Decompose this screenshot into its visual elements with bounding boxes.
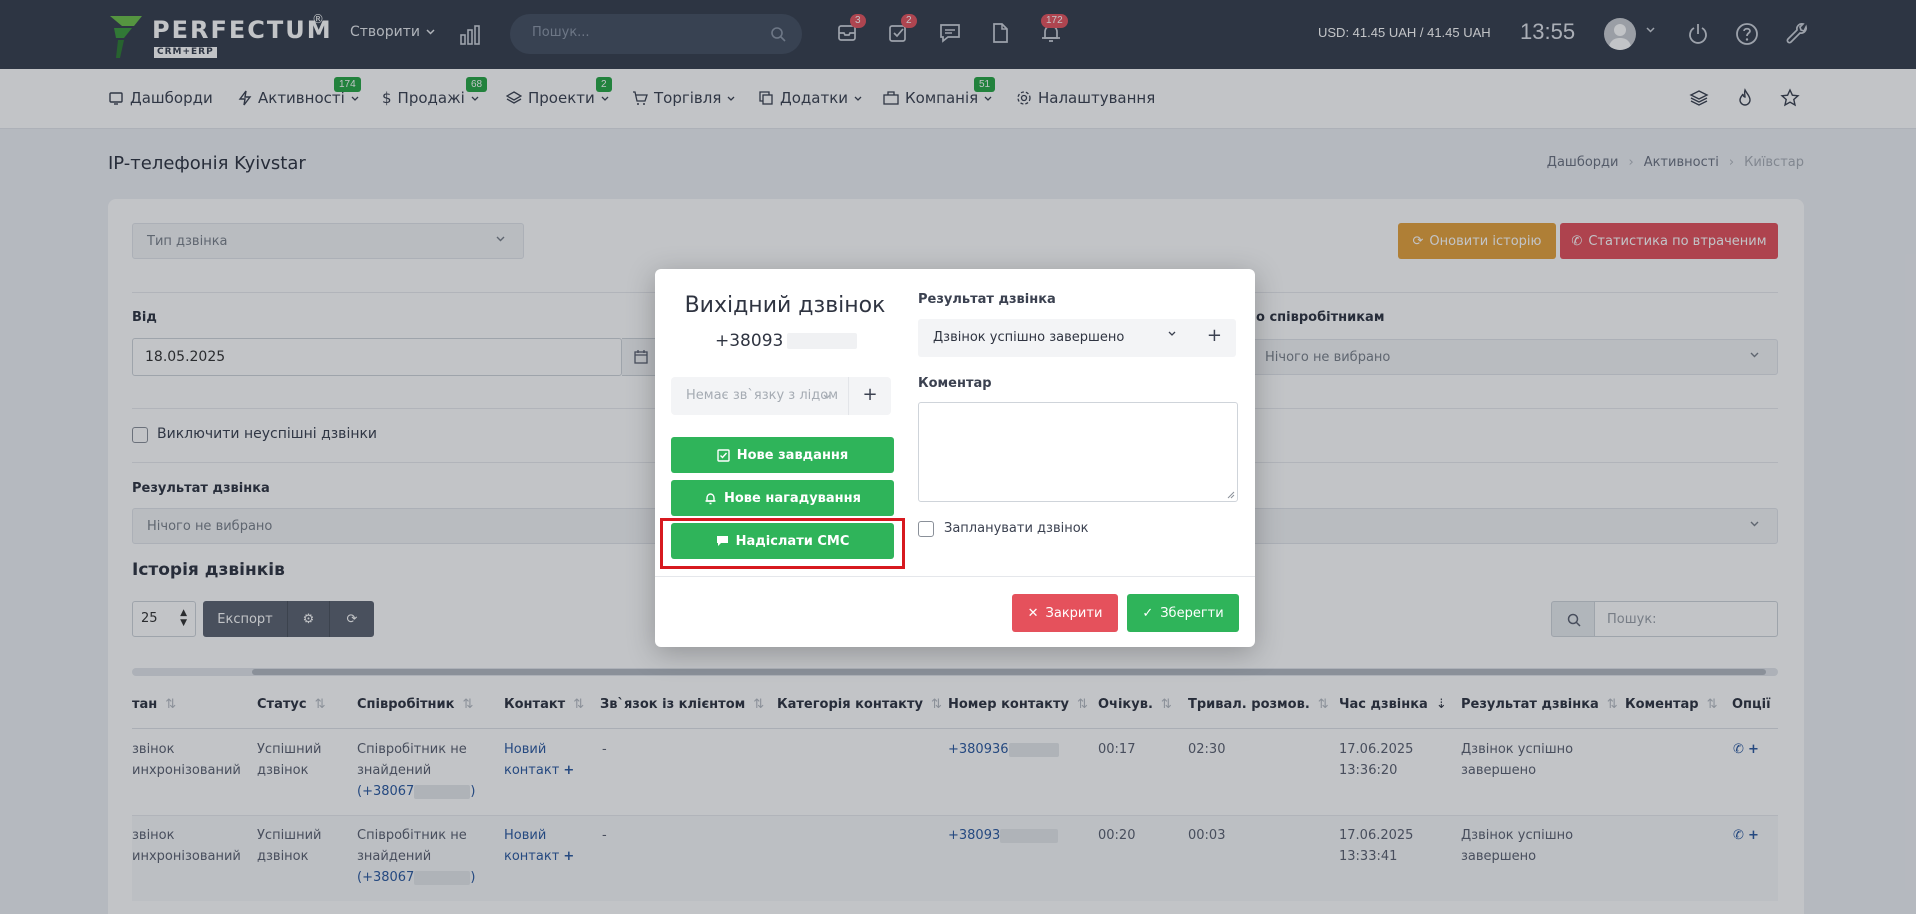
outgoing-call-modal: Вихідний дзвінок +38093 Немає зв`язку з … xyxy=(655,269,1255,647)
add-lead-button[interactable]: + xyxy=(848,377,891,415)
close-button[interactable]: ✕ Закрити xyxy=(1012,594,1118,632)
chevron-down-icon xyxy=(823,394,831,399)
save-button[interactable]: ✓ Зберегти xyxy=(1127,594,1239,632)
save-label: Зберегти xyxy=(1160,605,1224,621)
comment-label: Коментар xyxy=(918,376,992,391)
checkbox-icon xyxy=(717,448,730,462)
modal-footer-divider xyxy=(655,576,1255,577)
send-sms-highlight xyxy=(660,518,905,569)
lead-link-placeholder: Немає зв`язку з лідом xyxy=(686,388,839,403)
close-icon: ✕ xyxy=(1027,605,1039,621)
resize-handle-icon[interactable] xyxy=(1227,491,1235,499)
comment-textarea[interactable] xyxy=(918,402,1238,502)
new-reminder-button[interactable]: Нове нагадування xyxy=(671,480,894,516)
modal-phone-number: +38093 xyxy=(715,331,784,351)
call-result-select[interactable]: Дзвінок успішно завершено + xyxy=(918,319,1236,357)
call-result-value: Дзвінок успішно завершено xyxy=(933,330,1125,345)
bell-icon xyxy=(705,492,716,504)
check-icon: ✓ xyxy=(1142,605,1154,621)
add-result-button[interactable]: + xyxy=(1207,325,1222,346)
schedule-call-label: Запланувати дзвінок xyxy=(944,521,1089,536)
chevron-down-icon xyxy=(1168,331,1176,336)
lead-link-select[interactable]: Немає зв`язку з лідом xyxy=(671,377,848,415)
modal-phone: +38093 xyxy=(715,331,858,351)
schedule-call-checkbox[interactable] xyxy=(918,521,934,537)
new-task-label: Нове завдання xyxy=(736,447,849,463)
modal-title: Вихідний дзвінок xyxy=(684,293,886,318)
new-task-button[interactable]: Нове завдання xyxy=(671,437,894,473)
call-result-label: Результат дзвінка xyxy=(918,292,1056,307)
close-label: Закрити xyxy=(1045,605,1103,621)
phone-redacted xyxy=(787,333,858,349)
new-reminder-label: Нове нагадування xyxy=(724,490,861,506)
